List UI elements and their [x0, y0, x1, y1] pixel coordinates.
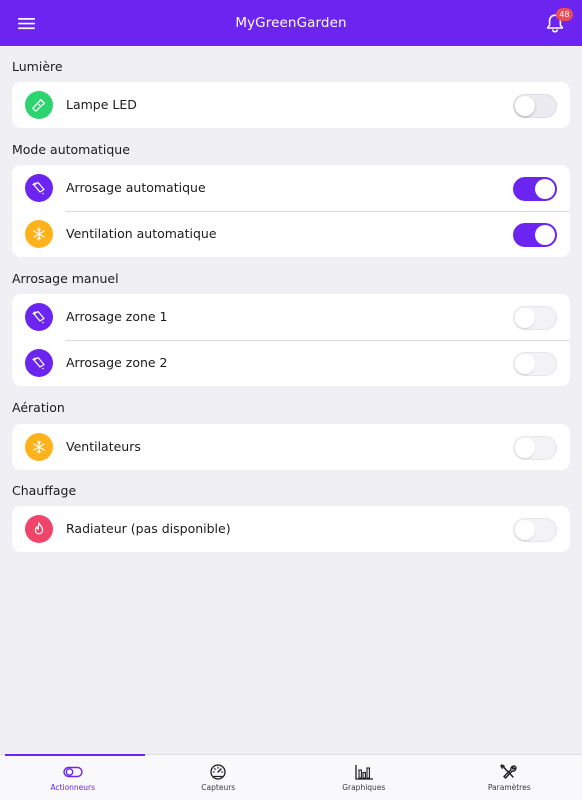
- list-item: Arrosage automatique: [12, 165, 570, 211]
- bar-chart-icon: [355, 765, 373, 780]
- section-title-mode-automatique: Mode automatique: [12, 142, 130, 157]
- row-label: Radiateur (pas disponible): [66, 521, 231, 536]
- section-title-arrosage-manuel: Arrosage manuel: [12, 271, 119, 286]
- speedometer-icon: [210, 764, 226, 780]
- list-item: Arrosage zone 2: [12, 340, 570, 386]
- tab-capteurs[interactable]: Capteurs: [146, 755, 292, 800]
- flashlight-icon: [25, 91, 53, 119]
- tab-bar: Actionneurs Capteurs Graphiques Paramètr…: [0, 754, 582, 800]
- card-chauffage: Radiateur (pas disponible): [12, 506, 570, 552]
- app-header: MyGreenGarden 48: [0, 0, 582, 46]
- toggle-arrosage-zone-1[interactable]: [513, 306, 557, 330]
- notifications-button[interactable]: 48: [541, 8, 573, 37]
- notification-badge: 48: [556, 8, 573, 21]
- toggle-icon: [63, 766, 83, 778]
- card-lumiere: Lampe LED: [12, 82, 570, 128]
- tab-graphiques[interactable]: Graphiques: [291, 755, 437, 800]
- toggle-radiateur[interactable]: [513, 518, 557, 542]
- toggle-lampe-led[interactable]: [513, 94, 557, 118]
- snowflake-icon: [25, 220, 53, 248]
- row-label: Ventilation automatique: [66, 226, 217, 241]
- watering-can-icon: [25, 349, 53, 377]
- list-item: Ventilation automatique: [12, 211, 570, 257]
- toggle-arrosage-zone-2[interactable]: [513, 352, 557, 376]
- row-label: Arrosage automatique: [66, 180, 206, 195]
- row-label: Ventilateurs: [66, 439, 141, 454]
- list-item: Ventilateurs: [12, 424, 570, 470]
- list-item: Radiateur (pas disponible): [12, 506, 570, 552]
- tab-parametres[interactable]: Paramètres: [437, 755, 582, 800]
- list-item: Arrosage zone 1: [12, 294, 570, 340]
- section-title-lumiere: Lumière: [12, 59, 63, 74]
- list-item: Lampe LED: [12, 82, 570, 128]
- tab-label: Graphiques: [342, 783, 386, 792]
- row-label: Arrosage zone 2: [66, 355, 168, 370]
- snowflake-icon: [25, 433, 53, 461]
- tab-label: Actionneurs: [50, 783, 96, 792]
- toggle-arrosage-automatique[interactable]: [513, 177, 557, 201]
- toggle-ventilateurs[interactable]: [513, 436, 557, 460]
- flame-icon: [25, 515, 53, 543]
- card-mode-automatique: Arrosage automatique Ventilation automat…: [12, 165, 570, 257]
- row-label: Arrosage zone 1: [66, 309, 168, 324]
- watering-can-icon: [25, 303, 53, 331]
- row-label: Lampe LED: [66, 97, 137, 112]
- toggle-ventilation-automatique[interactable]: [513, 223, 557, 247]
- tab-label: Capteurs: [201, 783, 236, 792]
- app-title: MyGreenGarden: [235, 15, 347, 31]
- tools-icon: [500, 764, 517, 779]
- menu-icon: [17, 17, 35, 29]
- menu-button[interactable]: [13, 12, 39, 34]
- tab-actionneurs[interactable]: Actionneurs: [0, 754, 146, 800]
- card-arrosage-manuel: Arrosage zone 1 Arrosage zone 2: [12, 294, 570, 386]
- card-aeration: Ventilateurs: [12, 424, 570, 470]
- watering-can-icon: [25, 174, 53, 202]
- section-title-aeration: Aération: [12, 400, 65, 415]
- section-title-chauffage: Chauffage: [12, 483, 77, 498]
- tab-label: Paramètres: [487, 783, 531, 792]
